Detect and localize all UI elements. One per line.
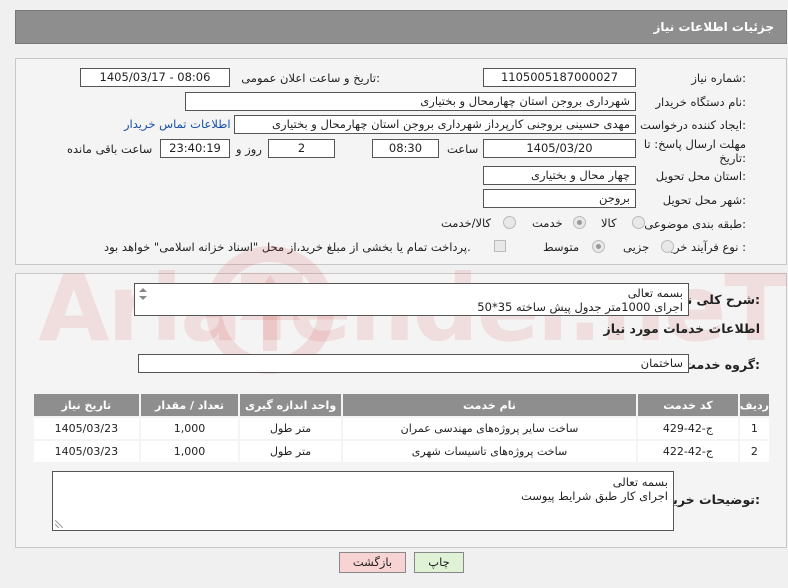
cell-index: 2: [737, 439, 772, 464]
process-type-label: نوع فرآیند خرید :: [664, 240, 746, 254]
requester-label: ایجاد کننده درخواست:: [640, 118, 746, 132]
cell-qty: 1,000: [138, 416, 241, 441]
print-button[interactable]: چاپ: [414, 552, 464, 573]
cell-index: 1: [737, 416, 772, 441]
city-label: شهر محل تحویل:: [662, 193, 746, 207]
cell-unit: متر طول: [238, 439, 343, 464]
requester-field: مهدی حسینی بروجنی کارپرداز شهرداری بروجن…: [234, 115, 636, 134]
category-label: طبقه بندی موضوعی:: [644, 217, 746, 231]
process-radio-medium[interactable]: [592, 240, 605, 253]
summary-line-2: اجرای 1000متر جدول پیش ساخته 35*50: [477, 300, 683, 314]
page-title: جزئیات اطلاعات نیاز: [653, 20, 774, 34]
deadline-time-label: ساعت: [447, 142, 479, 156]
category-radio-goods-service[interactable]: [503, 216, 516, 229]
buyer-org-field: شهرداری بروجن استان چهارمحال و بختیاری: [185, 92, 636, 111]
summary-line-1: بسمه تعالی: [627, 286, 683, 300]
announce-date-label: تاریخ و ساعت اعلان عمومی:: [241, 71, 380, 85]
page-header: جزئیات اطلاعات نیاز: [15, 10, 787, 44]
cell-name: ساخت پروژه‌های تاسیسات شهری: [340, 439, 639, 464]
buyer-notes-line-2: اجرای کار طبق شرایط پیوست: [520, 489, 668, 503]
cell-date: 1405/03/23: [32, 439, 141, 464]
cell-code: ج-42-429: [636, 416, 740, 441]
deadline-label: مهلت ارسال پاسخ: تا تاریخ:: [643, 137, 746, 165]
process-option-minor: جزیی: [623, 240, 650, 254]
category-option-service: خدمت: [532, 216, 563, 230]
services-table: ردیف کد خدمت نام خدمت واحد اندازه گیری ت…: [32, 392, 772, 464]
category-option-goods: کالا: [601, 216, 617, 230]
summary-textarea[interactable]: بسمه تعالی اجرای 1000متر جدول پیش ساخته …: [134, 283, 689, 316]
process-radio-minor[interactable]: [661, 240, 674, 253]
table-header-row: ردیف کد خدمت نام خدمت واحد اندازه گیری ت…: [32, 392, 772, 418]
col-qty: تعداد / مقدار: [138, 392, 241, 418]
category-option-goods-service: کالا/خدمت: [441, 216, 492, 230]
table-row[interactable]: 1 ج-42-429 ساخت سایر پروژه‌های مهندسی عم…: [32, 416, 772, 441]
cell-qty: 1,000: [138, 439, 241, 464]
need-number-label: شماره نیاز:: [691, 71, 746, 85]
buyer-notes-line-1: بسمه تعالی: [612, 475, 668, 489]
city-field: بروجن: [483, 189, 636, 208]
cell-date: 1405/03/23: [32, 416, 141, 441]
col-index: ردیف: [737, 392, 772, 418]
resize-grip-icon[interactable]: [55, 520, 63, 528]
deadline-time-field: 08:30: [372, 139, 439, 158]
remaining-days-field: 2: [268, 139, 335, 158]
cell-code: ج-42-422: [636, 439, 740, 464]
province-label: استان محل تحویل:: [655, 169, 746, 183]
deadline-date-field: 1405/03/20: [483, 139, 636, 158]
col-date: تاریخ نیاز: [32, 392, 141, 418]
service-group-label: گروه خدمت:: [683, 357, 760, 372]
col-unit: واحد اندازه گیری: [238, 392, 343, 418]
remaining-time-field: 23:40:19: [160, 139, 230, 158]
resize-spinner-icon[interactable]: [138, 287, 148, 301]
days-label: روز و: [236, 142, 262, 156]
category-radio-goods[interactable]: [632, 216, 645, 229]
announce-date-field: 1405/03/17 - 08:06: [80, 68, 230, 87]
treasury-payment-note: پرداخت تمام یا بخشی از مبلغ خرید،از محل …: [104, 240, 471, 254]
treasury-payment-checkbox[interactable]: [494, 240, 506, 252]
cell-name: ساخت سایر پروژه‌های مهندسی عمران: [340, 416, 639, 441]
table-row[interactable]: 2 ج-42-422 ساخت پروژه‌های تاسیسات شهری م…: [32, 439, 772, 464]
need-number-field: 1105005187000027: [483, 68, 636, 87]
remaining-time-label: ساعت باقی مانده: [67, 142, 153, 156]
service-group-field: ساختمان: [138, 354, 689, 373]
services-section-title: اطلاعات خدمات مورد نیاز: [603, 321, 761, 336]
buyer-notes-textarea[interactable]: بسمه تعالی اجرای کار طبق شرایط پیوست: [52, 471, 674, 531]
col-code: کد خدمت: [636, 392, 740, 418]
province-field: چهار محال و بختیاری: [483, 166, 636, 185]
category-radio-service[interactable]: [573, 216, 586, 229]
col-name: نام خدمت: [340, 392, 639, 418]
contact-info-link[interactable]: اطلاعات تماس خریدار: [124, 117, 231, 131]
back-button[interactable]: بازگشت: [339, 552, 406, 573]
cell-unit: متر طول: [238, 416, 343, 441]
buyer-org-label: نام دستگاه خریدار:: [655, 95, 746, 109]
process-option-medium: متوسط: [543, 240, 580, 254]
